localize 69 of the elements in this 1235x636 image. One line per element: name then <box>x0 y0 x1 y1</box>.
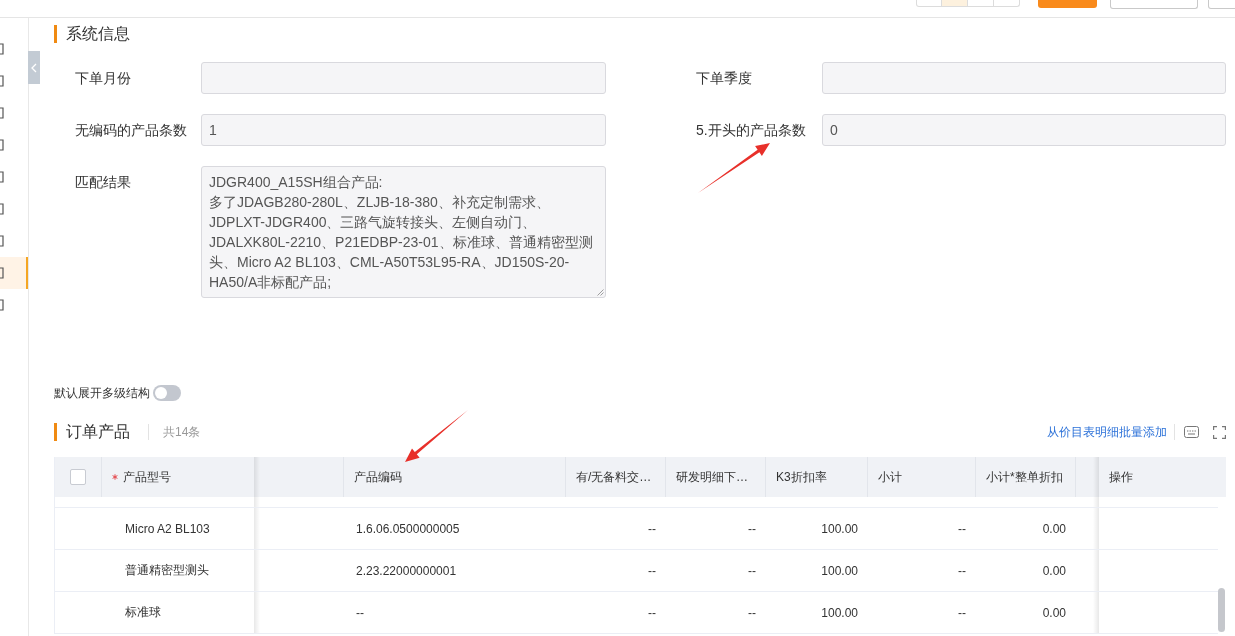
field-label: 无编码的产品条数 <box>75 121 188 140</box>
table-cell-text: 标准球 <box>124 604 162 621</box>
cut-glyph-icon <box>0 171 4 183</box>
input-field[interactable] <box>201 62 606 94</box>
segmented-button[interactable] <box>916 0 942 7</box>
table-cell-text: 1.6.06.0500000005 <box>355 520 461 538</box>
column-header: 有/无备料交… <box>576 468 652 486</box>
input-field[interactable]: 1 <box>201 114 606 146</box>
table-cell-text: -- <box>647 520 657 538</box>
table-cell-text: -- <box>747 562 757 580</box>
cut-glyph-icon <box>0 203 4 215</box>
field-label: 匹配结果 <box>75 173 132 192</box>
resize-handle-icon[interactable] <box>597 289 604 296</box>
table-cell-text: -- <box>647 604 657 622</box>
default-button[interactable] <box>1110 0 1198 9</box>
field-label: 下单季度 <box>696 69 753 88</box>
textarea-field[interactable]: JDGR400_A15SH组合产品: 多了JDAGB280-280L、ZLJB-18-380、补充定制需求、JDPLXT-JDGR400、三路气旋转接头、左侧自动门、JDALXK80L-2210、P21EDBP-23-01、标准球、普通精密型测头、Micro A2 BL103、CML-A50T53L95-RA、JD150S-20-HA50/A非标配产品; <box>201 166 606 298</box>
table-cell-text: -- <box>747 604 757 622</box>
section-title: 订单产品 <box>54 423 130 441</box>
column-header: 操作 <box>1109 468 1133 486</box>
table-cell-text: -- <box>747 520 757 538</box>
fullscreen-icon[interactable] <box>1213 425 1226 439</box>
section-title: 系统信息 <box>54 25 130 43</box>
primary-button[interactable] <box>1038 0 1097 8</box>
table-cell-text: 普通精密型测头 <box>124 562 210 579</box>
cut-glyph-icon <box>0 267 4 279</box>
table-cell-text: 100.00 <box>820 604 859 622</box>
table-cell-text: -- <box>957 520 967 538</box>
column-header: 小计*整单折扣 <box>986 468 1063 486</box>
keyboard-icon[interactable] <box>1184 426 1199 438</box>
table-cell-text: 100.00 <box>820 520 859 538</box>
cut-glyph-icon <box>0 139 4 151</box>
column-header: K3折扣率 <box>776 468 827 486</box>
field-label: 5.开头的产品条数 <box>696 121 807 140</box>
cut-glyph-icon <box>0 235 4 247</box>
table-cell-text: -- <box>957 604 967 622</box>
segmented-button[interactable] <box>942 0 968 7</box>
collapse-button[interactable] <box>28 51 40 84</box>
chevron-left-icon <box>31 62 37 73</box>
column-header: 小计 <box>878 468 902 486</box>
input-field[interactable]: 0 <box>822 114 1226 146</box>
batch-add-link[interactable]: 从价目表明细批量添加 <box>1047 423 1167 441</box>
table-cell-text: 0.00 <box>1041 604 1067 622</box>
segmented-button[interactable] <box>994 0 1020 7</box>
cut-glyph-icon <box>0 107 4 119</box>
annotation-arrow <box>698 143 770 193</box>
cut-glyph-icon <box>0 43 4 55</box>
table-cell-text: 0.00 <box>1041 520 1067 538</box>
input-field[interactable] <box>822 62 1226 94</box>
table-cell-text: -- <box>957 562 967 580</box>
column-header: 产品编码 <box>354 468 402 486</box>
table-cell-text: 0.00 <box>1041 562 1067 580</box>
column-header: 研发明细下… <box>676 468 748 486</box>
select-all-checkbox[interactable] <box>70 469 86 485</box>
field-label: 下单月份 <box>75 69 132 88</box>
cut-glyph-icon <box>0 299 4 311</box>
table-cell-text: Micro A2 BL103 <box>124 520 211 538</box>
table-cell-text: 100.00 <box>820 562 859 580</box>
table-cell-text: 2.23.22000000001 <box>355 562 458 580</box>
toggle-label: 默认展开多级结构 <box>54 384 150 402</box>
table-cell-text: -- <box>647 562 657 580</box>
table-cell-text: -- <box>355 604 365 622</box>
column-header: 产品型号 <box>123 468 171 486</box>
cut-glyph-icon <box>0 75 4 87</box>
sidebar-item[interactable] <box>0 257 28 289</box>
record-count: 共14条 <box>163 423 201 441</box>
expand-toggle[interactable] <box>153 385 181 401</box>
scrollbar-thumb[interactable] <box>1218 588 1225 632</box>
segmented-button[interactable] <box>968 0 994 7</box>
